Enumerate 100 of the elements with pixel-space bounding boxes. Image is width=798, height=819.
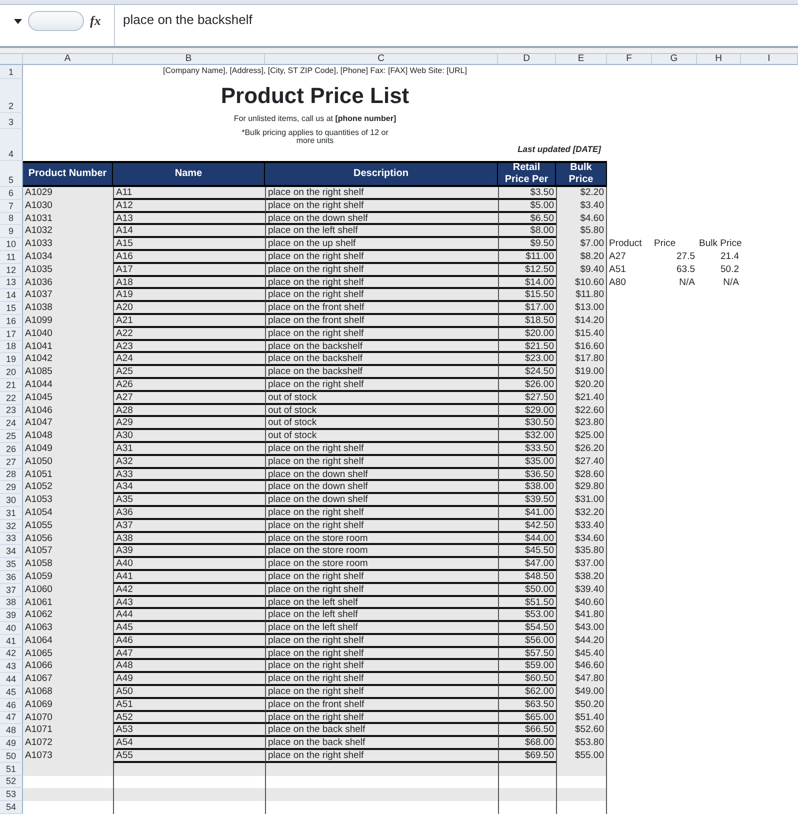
column-header[interactable]: E bbox=[556, 54, 607, 65]
row-number[interactable]: 42 bbox=[0, 648, 23, 660]
row-number[interactable]: 40 bbox=[0, 622, 23, 635]
row-number[interactable]: 35 bbox=[0, 558, 23, 571]
row-number[interactable]: 31 bbox=[0, 506, 23, 520]
row-number[interactable]: 14 bbox=[0, 289, 23, 302]
row-number[interactable]: 54 bbox=[0, 801, 23, 814]
row-number[interactable]: 2 bbox=[0, 79, 23, 113]
row-number[interactable]: 11 bbox=[0, 250, 23, 264]
row-number[interactable]: 16 bbox=[0, 314, 23, 328]
row-number[interactable]: 29 bbox=[0, 481, 23, 494]
row-number[interactable]: 13 bbox=[0, 276, 23, 290]
row-number[interactable]: 27 bbox=[0, 456, 23, 469]
table-cell: $9.50 bbox=[498, 238, 556, 251]
row-number[interactable]: 37 bbox=[0, 584, 23, 596]
column-header[interactable]: G bbox=[652, 54, 697, 65]
row-number[interactable]: 39 bbox=[0, 609, 23, 622]
table-cell: $11.00 bbox=[498, 250, 556, 264]
lookup-cell-text: 63.5 bbox=[676, 264, 696, 277]
row-number[interactable]: 25 bbox=[0, 430, 23, 443]
row-number[interactable]: 33 bbox=[0, 532, 23, 546]
row-number[interactable]: 10 bbox=[0, 238, 23, 251]
function-button[interactable]: fx bbox=[90, 11, 101, 31]
row-number[interactable]: 32 bbox=[0, 520, 23, 533]
table-cell: A1071 bbox=[23, 724, 113, 738]
row-number[interactable]: 34 bbox=[0, 545, 23, 558]
row-number[interactable]: 8 bbox=[0, 212, 23, 226]
table-cell: $9.40 bbox=[556, 264, 607, 277]
row-number[interactable]: 7 bbox=[0, 200, 23, 213]
row-number[interactable]: 53 bbox=[0, 788, 23, 802]
dropdown-caret-icon[interactable] bbox=[14, 19, 22, 24]
row-number[interactable]: 20 bbox=[0, 366, 23, 379]
row-number[interactable]: 47 bbox=[0, 712, 23, 724]
table-cell: $57.50 bbox=[498, 648, 556, 660]
select-all-corner[interactable] bbox=[0, 54, 23, 65]
row-number[interactable]: 22 bbox=[0, 392, 23, 405]
column-header[interactable]: F bbox=[607, 54, 652, 65]
row-number[interactable]: 28 bbox=[0, 468, 23, 482]
table-cell: A1062 bbox=[23, 609, 113, 622]
row-number[interactable]: 19 bbox=[0, 353, 23, 366]
table-cell: $41.80 bbox=[556, 609, 607, 622]
row-number[interactable]: 6 bbox=[0, 187, 23, 200]
table-cell: A40 bbox=[113, 558, 265, 571]
row-number[interactable]: 49 bbox=[0, 737, 23, 750]
row-number[interactable]: 21 bbox=[0, 378, 23, 392]
table-cell: $6.50 bbox=[498, 212, 556, 226]
row-number[interactable]: 17 bbox=[0, 328, 23, 341]
row-number[interactable]: 50 bbox=[0, 750, 23, 763]
row-number[interactable]: 12 bbox=[0, 264, 23, 277]
table-cell: A41 bbox=[113, 570, 265, 584]
table-cell: A1040 bbox=[23, 328, 113, 341]
row-number[interactable]: 48 bbox=[0, 724, 23, 738]
row-number[interactable]: 36 bbox=[0, 570, 23, 584]
row-number[interactable]: 3 bbox=[0, 113, 23, 129]
table-cell: $51.50 bbox=[498, 596, 556, 610]
table-cell: $29.80 bbox=[556, 481, 607, 494]
table-cell: A21 bbox=[113, 314, 265, 328]
row-number[interactable]: 9 bbox=[0, 225, 23, 238]
column-header[interactable]: I bbox=[741, 54, 798, 65]
table-cell: $19.00 bbox=[556, 366, 607, 379]
row-number[interactable]: 23 bbox=[0, 404, 23, 418]
row-number[interactable]: 18 bbox=[0, 340, 23, 354]
column-header[interactable]: C bbox=[265, 54, 498, 65]
name-box-handle[interactable] bbox=[28, 11, 84, 31]
table-cell: $49.00 bbox=[556, 686, 607, 699]
row-number[interactable]: 15 bbox=[0, 302, 23, 315]
row-number[interactable]: 44 bbox=[0, 673, 23, 686]
lookup-cell-text: 50.2 bbox=[720, 264, 740, 277]
row-number[interactable]: 1 bbox=[0, 65, 23, 79]
table-cell: A1065 bbox=[23, 648, 113, 660]
row-number[interactable]: 24 bbox=[0, 417, 23, 430]
row-number[interactable]: 26 bbox=[0, 442, 23, 456]
row-number[interactable]: 45 bbox=[0, 686, 23, 699]
table-cell: A17 bbox=[113, 264, 265, 277]
row-number[interactable]: 52 bbox=[0, 776, 23, 788]
row-number[interactable]: 38 bbox=[0, 596, 23, 610]
row-number[interactable]: 30 bbox=[0, 494, 23, 507]
table-cell: place on the right shelf bbox=[265, 648, 498, 660]
table-cell: $63.50 bbox=[498, 698, 556, 712]
row-number[interactable]: 43 bbox=[0, 660, 23, 674]
row-number[interactable]: 5 bbox=[0, 161, 23, 187]
table-cell: $59.00 bbox=[498, 660, 556, 674]
row-number[interactable]: 46 bbox=[0, 698, 23, 712]
column-header[interactable]: D bbox=[498, 54, 556, 65]
table-cell: A1068 bbox=[23, 686, 113, 699]
formula-input[interactable]: place on the backshelf bbox=[115, 5, 260, 46]
row-number[interactable]: 4 bbox=[0, 129, 23, 161]
row-number[interactable]: 41 bbox=[0, 634, 23, 648]
table-cell: $5.00 bbox=[498, 200, 556, 213]
column-header[interactable]: H bbox=[697, 54, 741, 65]
column-header[interactable]: B bbox=[113, 54, 265, 65]
table-cell: A1072 bbox=[23, 737, 113, 750]
table-cell: A1060 bbox=[23, 584, 113, 596]
table-cell: A54 bbox=[113, 737, 265, 750]
company-info: [Company Name], [Address], [City, ST ZIP Code], [Phone] Fax: [FAX] Web Site: [URL] bbox=[162, 65, 468, 77]
table-cell: A48 bbox=[113, 660, 265, 674]
table-cell: A34 bbox=[113, 481, 265, 494]
row-number[interactable]: 51 bbox=[0, 762, 23, 776]
column-header[interactable]: A bbox=[23, 54, 113, 65]
table-cell: $23.80 bbox=[556, 417, 607, 430]
